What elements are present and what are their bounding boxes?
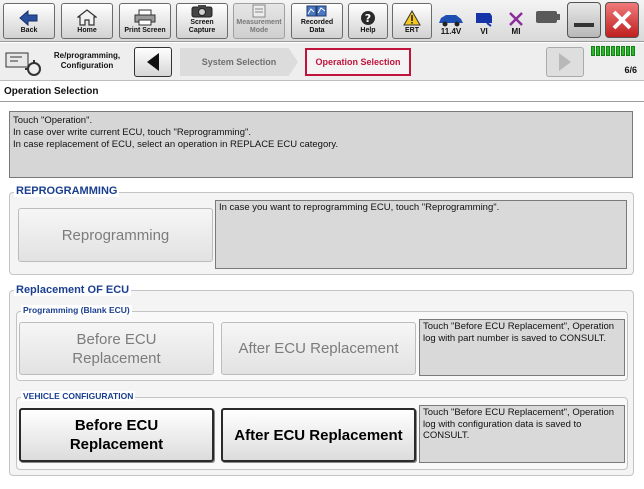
battery-icon xyxy=(536,11,560,23)
print-screen-button[interactable]: Print Screen xyxy=(119,3,171,39)
config-after-ecu-replacement-button[interactable]: After ECU Replacement xyxy=(221,408,416,462)
step-progress: 6/6 xyxy=(590,46,640,78)
recorded-data-icon xyxy=(306,5,327,17)
replacement-heading: Replacement OF ECU xyxy=(14,284,132,296)
vi-status: VI xyxy=(469,3,499,39)
config-before-ecu-replacement-button[interactable]: Before ECU Replacement xyxy=(19,408,214,462)
programming-blank-ecu-heading: Programming (Blank ECU) xyxy=(21,305,132,315)
progress-bar xyxy=(591,46,640,56)
svg-text:?: ? xyxy=(365,12,371,25)
instruction-line: In case replacement of ECU, select an op… xyxy=(13,139,339,150)
page-title: Operation Selection xyxy=(4,86,99,97)
camera-icon xyxy=(191,5,213,18)
breadcrumb-operation-selection: Operation Selection xyxy=(305,48,411,76)
mi-status: MI xyxy=(501,3,531,39)
navigation-bar: Re/programming, Configuration System Sel… xyxy=(0,43,644,81)
triangle-left-icon xyxy=(147,53,159,71)
battery-status xyxy=(533,3,563,39)
breadcrumb-system-selection: System Selection xyxy=(180,48,298,76)
measurement-icon xyxy=(252,4,266,18)
close-button[interactable] xyxy=(605,2,639,38)
back-arrow-icon xyxy=(19,10,38,26)
ert-button[interactable]: ERT xyxy=(392,3,432,39)
back-button[interactable]: Back xyxy=(3,3,55,39)
reprogramming-button[interactable]: Reprogramming xyxy=(18,208,213,262)
vehicle-configuration-description: Touch "Before ECU Replacement", Operatio… xyxy=(419,405,625,463)
measurement-mode-button[interactable]: Measurement Mode xyxy=(233,3,285,39)
close-icon xyxy=(612,10,632,30)
toolbar: Back Home Print Screen Screen Capture Me… xyxy=(0,0,644,42)
home-button[interactable]: Home xyxy=(61,3,113,39)
programming-after-ecu-replacement-button[interactable]: After ECU Replacement xyxy=(221,322,416,375)
help-button[interactable]: ? Help xyxy=(348,3,388,39)
disconnected-x-icon xyxy=(509,12,523,26)
car-icon xyxy=(439,15,463,27)
vehicle-configuration-heading: VEHICLE CONFIGURATION xyxy=(21,391,136,401)
instruction-box: Touch "Operation". In case over write cu… xyxy=(9,111,633,178)
previous-step-button[interactable] xyxy=(134,47,172,77)
home-icon xyxy=(77,9,97,26)
battery-voltage-status: 11.4V xyxy=(436,3,466,39)
page-counter: 6/6 xyxy=(624,65,637,75)
recorded-data-button[interactable]: Recorded Data xyxy=(291,3,343,39)
programming-before-ecu-replacement-button[interactable]: Before ECU Replacement xyxy=(19,322,214,375)
vi-connector-icon xyxy=(476,13,492,27)
reprogramming-heading: REPROGRAMMING xyxy=(14,185,120,197)
minimize-icon xyxy=(574,23,594,27)
reprogramming-tool-icon xyxy=(5,52,41,76)
printer-icon xyxy=(134,9,156,26)
minimize-button[interactable] xyxy=(567,2,601,38)
warning-icon xyxy=(403,10,421,26)
programming-description: Touch "Before ECU Replacement", Operatio… xyxy=(419,319,625,376)
instruction-line: In case over write current ECU, touch "R… xyxy=(13,127,252,138)
help-icon: ? xyxy=(361,11,375,25)
instruction-line: Touch "Operation". xyxy=(13,115,93,126)
section-title: Re/programming, Configuration xyxy=(53,51,121,70)
screen-capture-button[interactable]: Screen Capture xyxy=(176,3,228,39)
divider xyxy=(0,101,644,102)
reprogramming-description: In case you want to reprogramming ECU, t… xyxy=(215,200,627,269)
next-step-button[interactable] xyxy=(546,47,584,77)
triangle-right-icon xyxy=(559,53,571,71)
